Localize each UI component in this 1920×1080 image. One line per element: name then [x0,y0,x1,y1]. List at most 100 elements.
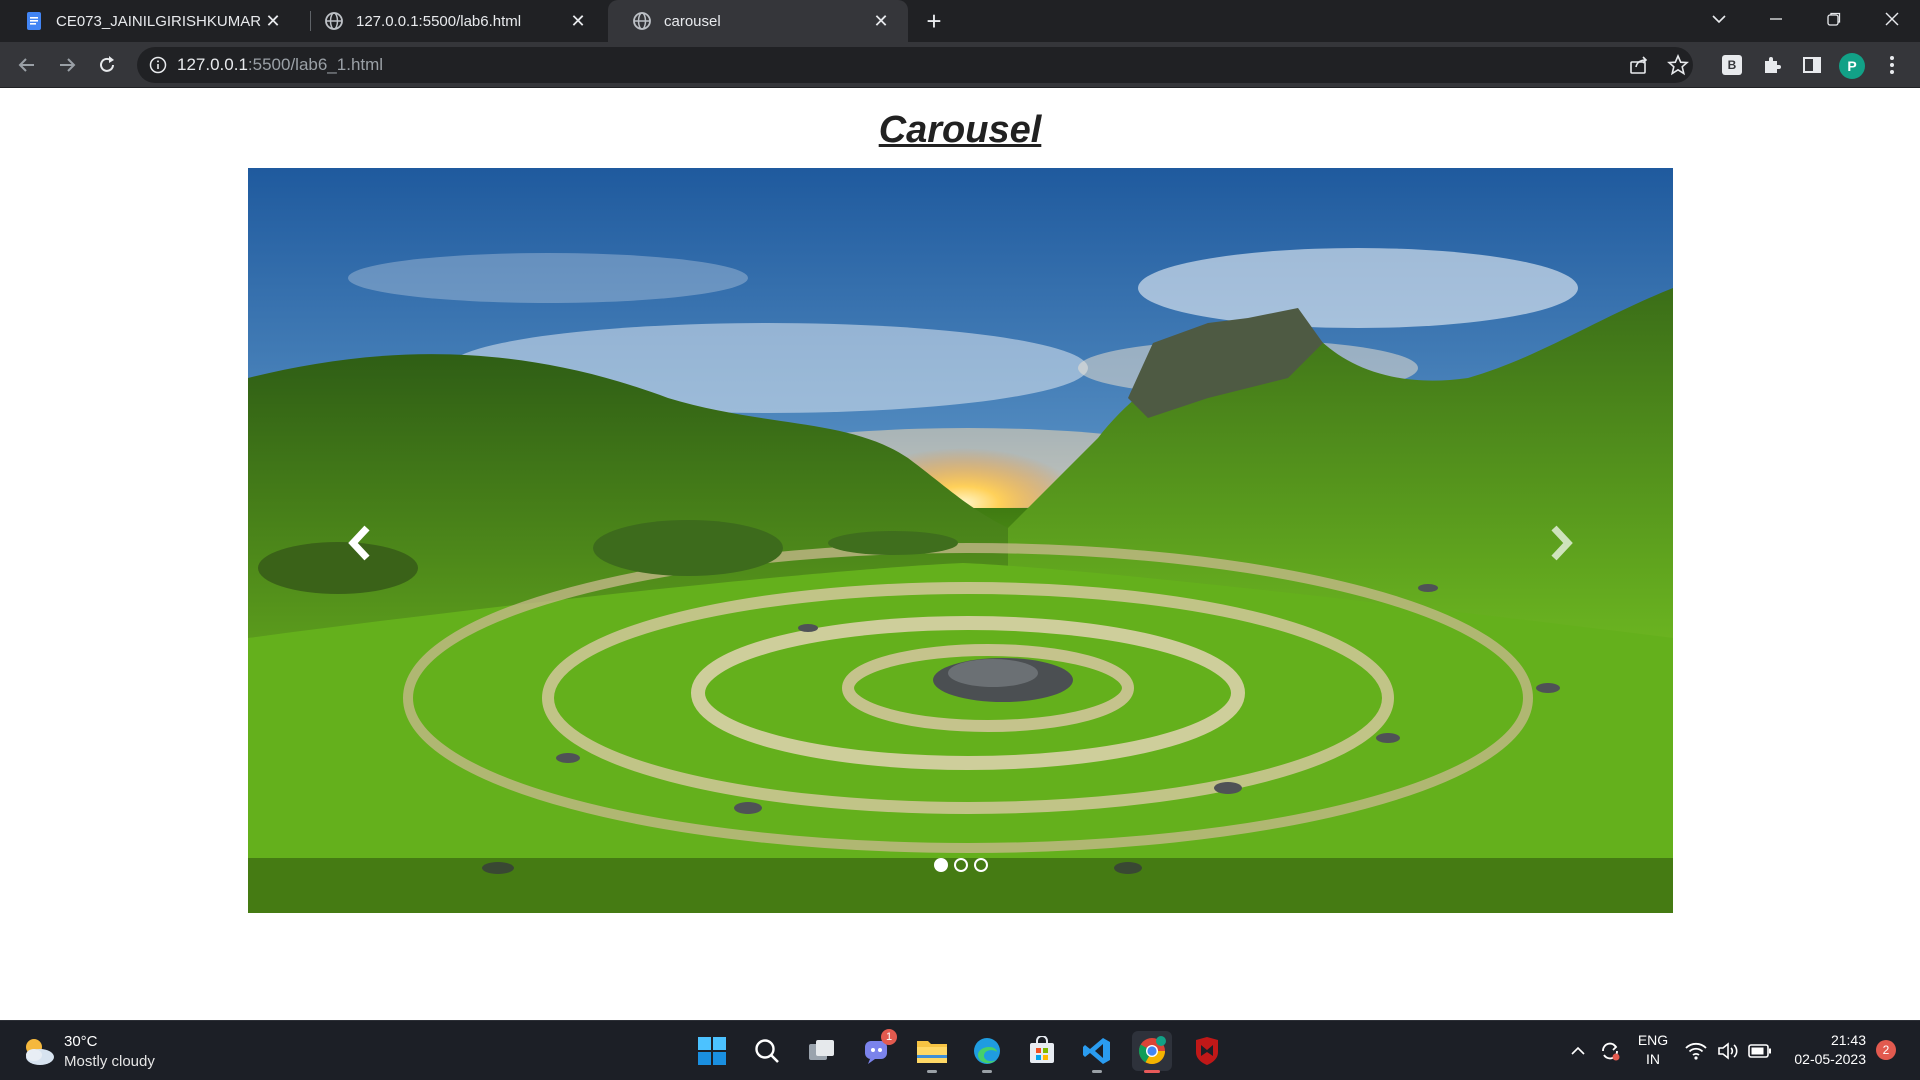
running-indicator [1092,1070,1102,1073]
share-icon[interactable] [1628,54,1650,76]
profile-avatar[interactable]: P [1839,53,1865,79]
close-icon[interactable]: ✕ [870,10,892,32]
task-view-icon [809,1040,834,1060]
battery-button[interactable] [1748,1039,1772,1063]
edge-browser-icon [974,1038,1000,1064]
wifi-button[interactable] [1684,1039,1708,1063]
restore-icon [1827,12,1841,26]
url-text[interactable]: 127.0.0.1:5500/lab6_1.html [177,55,383,75]
vscode-button[interactable] [1077,1031,1117,1073]
chevron-up-icon [1571,1046,1585,1055]
extension-b-button[interactable]: B [1720,53,1744,77]
chevron-left-icon [348,525,370,561]
tab-title: carousel [664,12,721,30]
side-panel-icon [1803,57,1821,73]
weather-description[interactable]: Mostly cloudy [64,1053,155,1070]
language-indicator[interactable]: ENG IN [1636,1031,1670,1069]
shield-icon [1196,1037,1218,1065]
windows-taskbar: 30°C Mostly cloudy 1 ENG IN 21:43 02-05-… [0,1020,1920,1080]
tab-title: CE073_JAINILGIRISHKUMARMODI [56,12,262,30]
sync-icon [1602,1042,1620,1061]
extension-b-icon: B [1722,55,1742,75]
reload-icon [100,56,114,72]
volume-button[interactable] [1716,1039,1740,1063]
globe-icon [633,12,651,30]
reload-button[interactable] [92,50,122,80]
teams-chat-button[interactable]: 1 [857,1029,897,1071]
more-vert-icon [1890,56,1894,74]
chrome-button[interactable] [1132,1031,1172,1073]
tab-docs[interactable]: CE073_JAINILGIRISHKUMARMODI ✕ [0,0,300,42]
chevron-right-icon [1551,525,1573,561]
edge-button[interactable] [967,1031,1007,1073]
notification-badge[interactable]: 2 [1876,1040,1896,1060]
store-icon [1030,1036,1054,1063]
carousel-indicators [248,858,1673,872]
chevron-down-icon [1712,15,1726,24]
store-button[interactable] [1022,1031,1062,1071]
carousel-indicator-2[interactable] [953,858,968,872]
start-button[interactable] [692,1031,732,1071]
running-indicator [982,1070,992,1073]
bookmark-star-icon[interactable] [1667,54,1689,76]
cloudy-weather-icon[interactable] [20,1035,56,1067]
folder-icon [917,1041,947,1063]
clock-date: 02-05-2023 [1794,1051,1866,1067]
file-explorer-button[interactable] [912,1031,952,1073]
sync-tray-button[interactable] [1598,1039,1622,1063]
extensions-button[interactable] [1760,53,1784,77]
running-indicator [927,1070,937,1073]
tab-search-button[interactable] [1691,0,1747,38]
show-hidden-icons-button[interactable] [1566,1039,1590,1063]
carousel-slide-image [248,168,1673,913]
clock-time: 21:43 [1830,1032,1866,1048]
minimize-icon [1770,18,1782,20]
chat-badge: 1 [881,1029,897,1045]
tab-title: 127.0.0.1:5500/lab6.html [356,12,522,30]
browser-tab-strip: CE073_JAINILGIRISHKUMARMODI ✕ 127.0.0.1:… [0,0,1920,42]
page-title: Carousel [878,109,1042,151]
arrow-left-icon [18,58,34,72]
globe-icon [325,12,343,30]
restore-button[interactable] [1806,0,1862,38]
puzzle-icon [1765,57,1781,73]
carousel-indicator-3[interactable] [973,858,988,872]
menu-button[interactable] [1880,53,1904,77]
carousel[interactable] [248,168,1673,913]
chrome-icon [1138,1036,1166,1065]
extension-b-label: B [1727,58,1737,72]
minimize-button[interactable] [1748,0,1804,38]
side-panel-button[interactable] [1800,53,1824,77]
arrow-right-icon [60,58,76,72]
profile-initial: P [1847,58,1857,74]
info-icon[interactable] [149,56,167,74]
back-button[interactable] [12,50,42,80]
battery-icon [1748,1044,1771,1058]
windows-icon [698,1037,726,1065]
address-bar[interactable]: 127.0.0.1:5500/lab6_1.html [137,47,1693,83]
url-path: :5500/lab6_1.html [247,55,384,74]
tab-lab6[interactable]: 127.0.0.1:5500/lab6.html ✕ [300,0,605,42]
new-tab-button[interactable]: + [920,7,948,35]
forward-button[interactable] [52,50,82,80]
close-icon[interactable]: ✕ [567,10,589,32]
carousel-prev-button[interactable] [340,518,380,568]
carousel-indicator-1[interactable] [933,858,948,872]
language-code: ENG [1637,1032,1669,1048]
close-window-button[interactable] [1864,0,1920,38]
search-button[interactable] [747,1031,787,1071]
close-icon[interactable]: ✕ [262,10,284,32]
docs-icon [27,12,41,30]
carousel-next-button[interactable] [1541,518,1581,568]
task-view-button[interactable] [802,1031,842,1071]
mcafee-button[interactable] [1187,1031,1227,1071]
weather-temperature[interactable]: 30°C [64,1033,98,1050]
tab-carousel[interactable]: carousel ✕ [608,0,908,42]
search-icon [755,1039,779,1063]
speaker-icon [1718,1042,1738,1060]
web-page: Carousel [0,89,1920,1020]
browser-toolbar: 127.0.0.1:5500/lab6_1.html B P [0,42,1920,88]
system-clock[interactable]: 21:43 02-05-2023 [1780,1031,1866,1069]
url-host: 127.0.0.1 [177,55,248,74]
close-icon [1885,12,1899,26]
